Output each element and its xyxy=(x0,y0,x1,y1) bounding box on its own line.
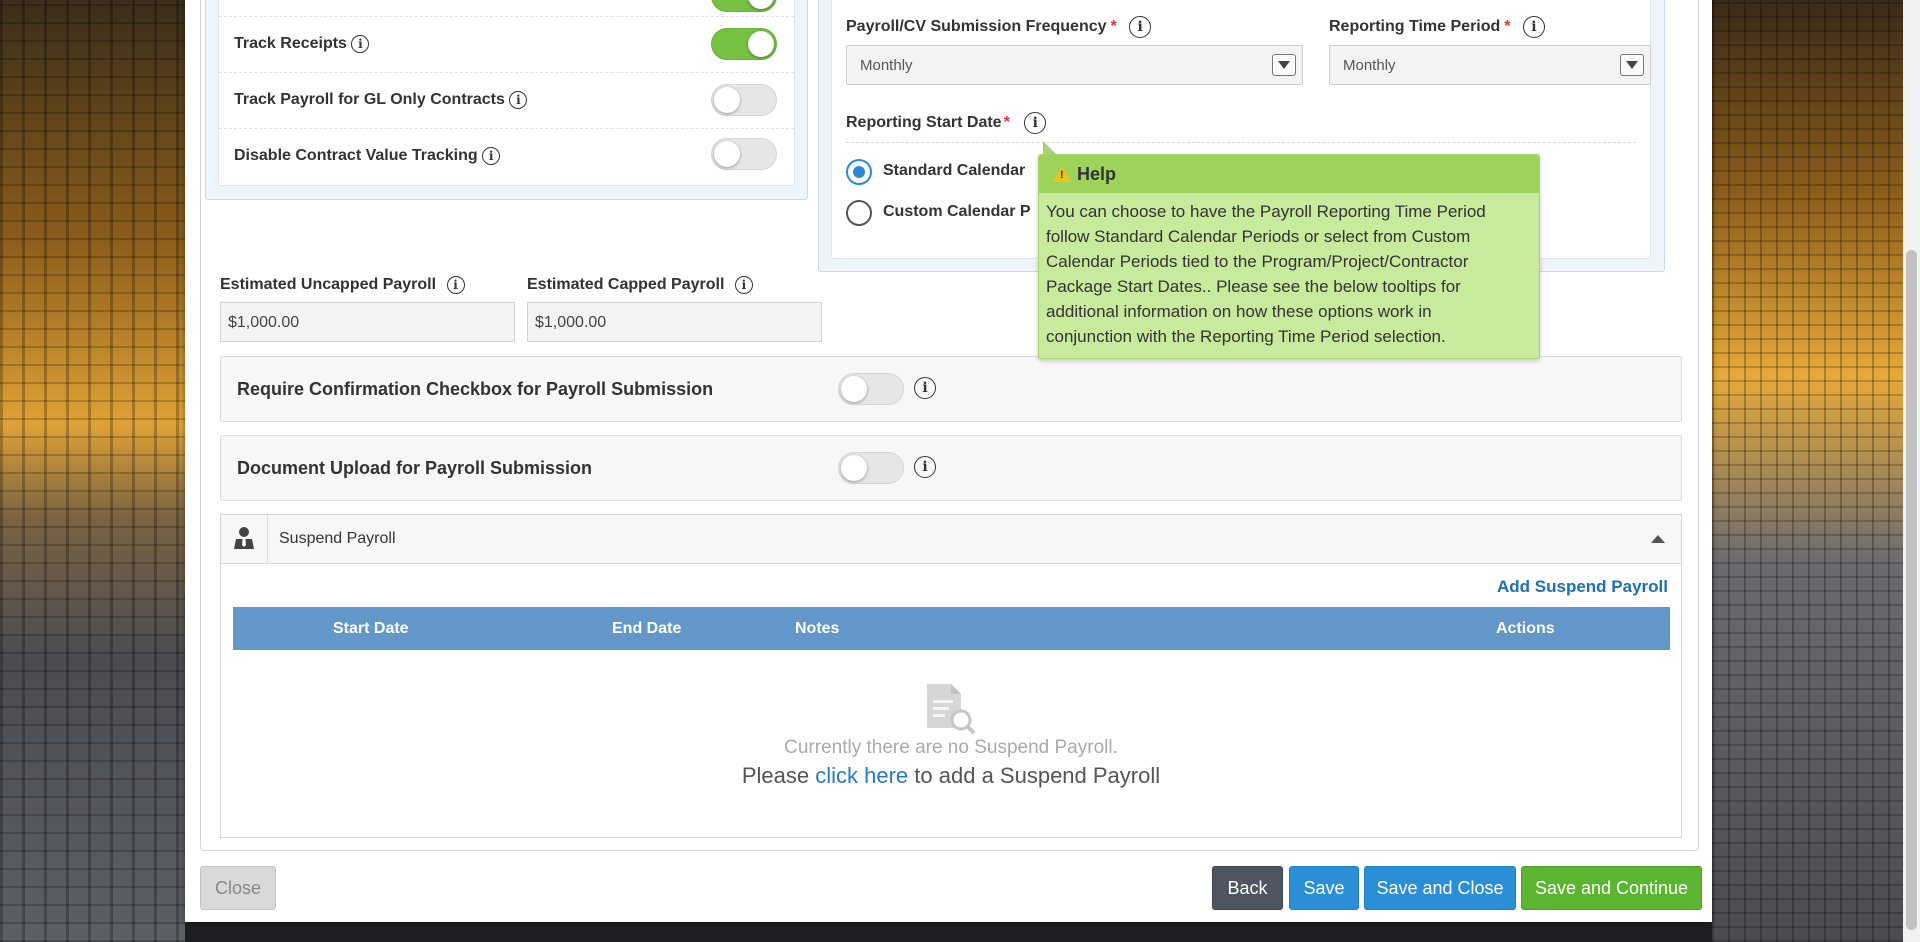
uncapped-payroll-input[interactable]: $1,000.00 xyxy=(220,302,515,342)
help-tooltip-title: Help xyxy=(1077,164,1117,184)
page-scrollbar[interactable] xyxy=(1903,0,1920,942)
standard-calendar-label: Standard Calendar xyxy=(883,162,1026,179)
empty-state-prompt: Please click here to add a Suspend Payro… xyxy=(741,763,1161,788)
back-button[interactable]: Back xyxy=(1212,866,1283,910)
disable-cv-label: Disable Contract Value Tracking i xyxy=(234,147,501,165)
toggle-row-partial xyxy=(219,0,794,17)
suspend-payroll-header[interactable]: Suspend Payroll xyxy=(221,515,1681,564)
custom-calendar-label: Custom Calendar P xyxy=(883,203,1031,220)
info-icon[interactable]: i xyxy=(914,377,936,399)
save-and-continue-button[interactable]: Save and Continue xyxy=(1521,866,1702,910)
submission-frequency-label: Payroll/CV Submission Frequency * i xyxy=(846,16,1152,38)
uncapped-payroll-label: Estimated Uncapped Payroll i xyxy=(220,276,465,294)
help-tooltip-body: You can choose to have the Payroll Repor… xyxy=(1046,202,1486,346)
tracking-options-card: Track Receipts i Track Payroll for GL On… xyxy=(218,0,795,186)
toggle-row-gl-only: Track Payroll for GL Only Contracts i xyxy=(219,72,794,129)
modal-panel: Track Receipts i Track Payroll for GL On… xyxy=(185,0,1712,922)
info-icon[interactable]: i xyxy=(734,276,753,294)
modal-content: Track Receipts i Track Payroll for GL On… xyxy=(200,0,1699,851)
add-suspend-payroll-click-here[interactable]: click here xyxy=(815,763,908,788)
info-icon[interactable]: i xyxy=(446,276,465,294)
dropdown-arrow-icon xyxy=(1272,54,1296,76)
disable-cv-toggle[interactable] xyxy=(711,138,777,170)
info-icon[interactable]: i xyxy=(1522,16,1545,38)
info-icon[interactable]: i xyxy=(351,35,370,53)
empty-state-message: Currently there are no Suspend Payroll. xyxy=(784,737,1118,758)
info-icon[interactable]: i xyxy=(482,147,501,165)
track-receipts-label: Track Receipts i xyxy=(234,35,370,53)
chevron-up-icon[interactable] xyxy=(1651,535,1665,543)
column-notes: Notes xyxy=(795,620,840,637)
track-receipts-toggle[interactable] xyxy=(711,28,777,60)
custom-calendar-radio[interactable] xyxy=(846,200,872,226)
warning-icon xyxy=(1053,166,1071,182)
suspend-payroll-title: Suspend Payroll xyxy=(279,530,396,547)
document-upload-row: Document Upload for Payroll Submission i xyxy=(220,435,1682,501)
suspend-payroll-section: Suspend Payroll Add Suspend Payroll Star… xyxy=(220,514,1682,838)
help-tooltip-header: Help xyxy=(1039,155,1539,193)
info-icon[interactable]: i xyxy=(914,456,936,478)
toggle-row-disable-cv: Disable Contract Value Tracking i xyxy=(219,128,794,184)
capped-payroll-input[interactable]: $1,000.00 xyxy=(527,302,822,342)
close-button[interactable]: Close xyxy=(200,866,276,910)
capped-payroll-label: Estimated Capped Payroll i xyxy=(527,276,753,294)
column-start-date: Start Date xyxy=(333,620,409,637)
reporting-time-period-select[interactable]: Monthly xyxy=(1329,45,1651,85)
gl-only-toggle[interactable] xyxy=(711,84,777,116)
tracking-options-panel: Track Receipts i Track Payroll for GL On… xyxy=(205,0,808,200)
partial-toggle[interactable] xyxy=(711,0,777,12)
help-tooltip: Help You can choose to have the Payroll … xyxy=(1038,141,1540,359)
reporting-start-date-label: Reporting Start Date * i xyxy=(846,112,1636,143)
reporting-time-period-label: Reporting Time Period * i xyxy=(1329,16,1545,38)
save-and-close-button[interactable]: Save and Close xyxy=(1364,866,1516,910)
standard-calendar-radio[interactable] xyxy=(846,159,872,185)
empty-document-icon xyxy=(921,680,977,741)
info-icon[interactable]: i xyxy=(1024,112,1047,134)
document-upload-label: Document Upload for Payroll Submission xyxy=(237,458,593,478)
scrollbar-thumb[interactable] xyxy=(1906,250,1917,930)
toggle-row-track-receipts: Track Receipts i xyxy=(219,16,794,73)
save-button[interactable]: Save xyxy=(1289,866,1359,910)
info-icon[interactable]: i xyxy=(509,91,528,109)
require-confirmation-toggle[interactable] xyxy=(838,373,904,405)
column-end-date: End Date xyxy=(612,620,682,637)
require-confirmation-label: Require Confirmation Checkbox for Payrol… xyxy=(237,379,714,399)
suspend-payroll-table-header: Start Date End Date Notes Actions xyxy=(233,607,1670,650)
add-suspend-payroll-link[interactable]: Add Suspend Payroll xyxy=(1497,577,1668,597)
column-actions: Actions xyxy=(1496,620,1555,637)
user-tie-icon xyxy=(221,515,268,563)
dropdown-arrow-icon xyxy=(1620,54,1644,76)
document-upload-toggle[interactable] xyxy=(838,452,904,484)
info-icon[interactable]: i xyxy=(1129,16,1152,38)
background-city-right xyxy=(1712,0,1920,942)
require-confirmation-row: Require Confirmation Checkbox for Payrol… xyxy=(220,356,1682,422)
background-city-left xyxy=(0,0,185,942)
gl-only-label: Track Payroll for GL Only Contracts i xyxy=(234,91,528,109)
submission-frequency-select[interactable]: Monthly xyxy=(846,45,1303,85)
